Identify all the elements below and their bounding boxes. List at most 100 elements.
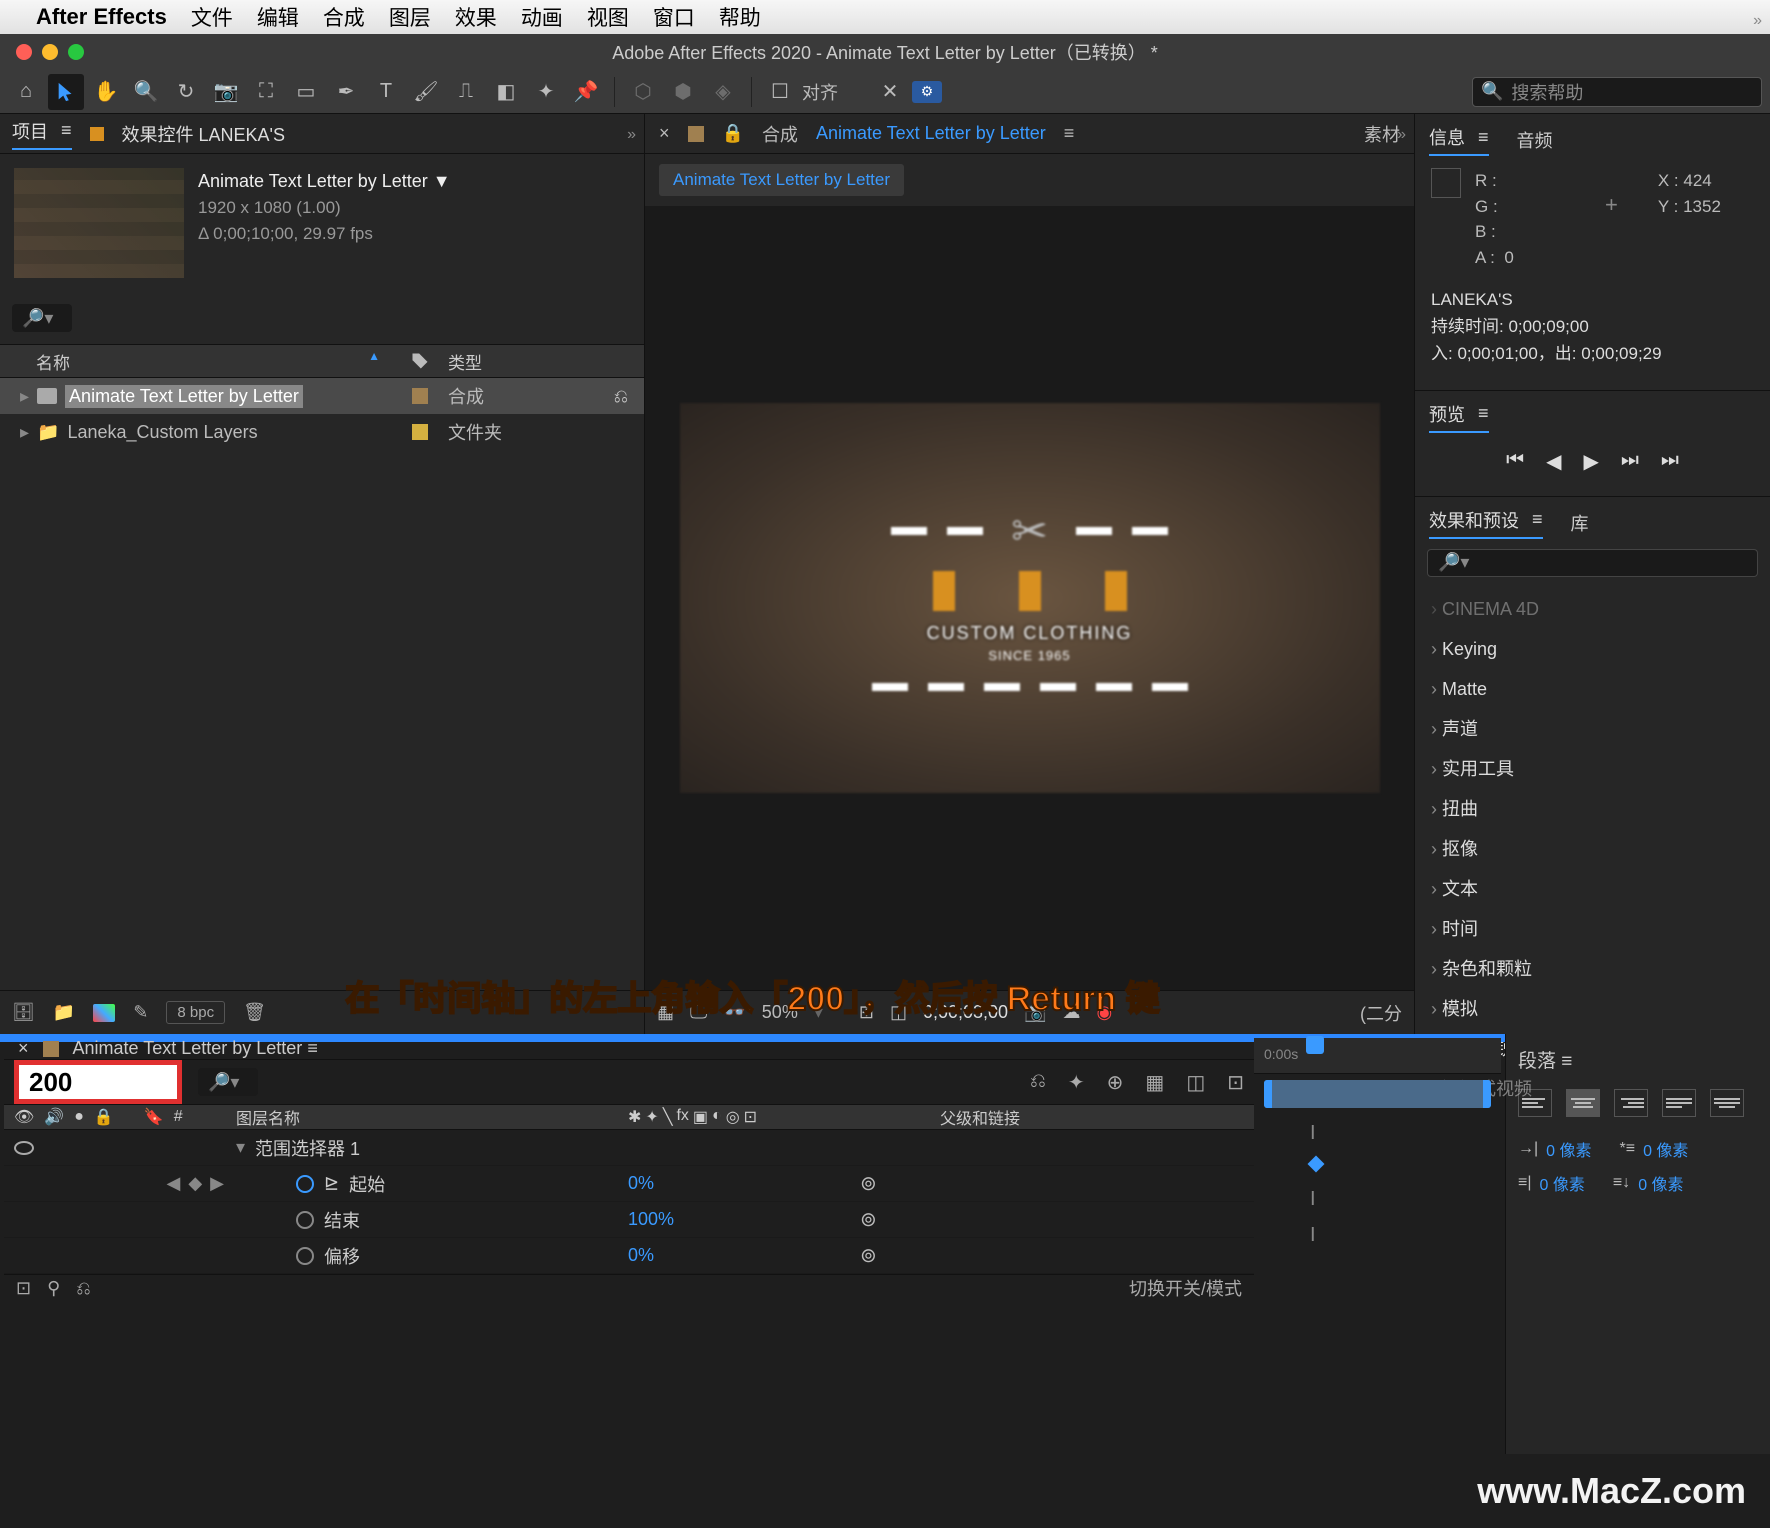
preset-category[interactable]: 时间 bbox=[1415, 909, 1770, 949]
prop-value[interactable]: 0% bbox=[628, 1245, 848, 1266]
menu-file[interactable]: 文件 bbox=[191, 2, 233, 32]
preset-category[interactable]: 实用工具 bbox=[1415, 749, 1770, 789]
menu-layer[interactable]: 图层 bbox=[389, 2, 431, 32]
library-tab[interactable]: 库 bbox=[1571, 510, 1589, 536]
project-item-folder[interactable]: ▸📁Laneka_Custom Layers 文件夹 bbox=[0, 414, 644, 450]
panel-chevron-icon[interactable]: » bbox=[1397, 126, 1406, 144]
pickwhip-icon[interactable]: ⊚ bbox=[860, 1207, 920, 1232]
timeline-prop-offset[interactable]: 偏移 0% ⊚ bbox=[4, 1238, 1254, 1274]
brainstorm-icon[interactable]: ⊡ bbox=[1227, 1070, 1244, 1095]
comp-name-label[interactable]: Animate Text Letter by Letter ▼ bbox=[198, 168, 451, 195]
lock-icon[interactable]: 🔒 bbox=[722, 123, 744, 144]
video-col-icon[interactable]: 👁 bbox=[14, 1107, 34, 1127]
info-tab[interactable]: 信息 ≡ bbox=[1429, 124, 1489, 156]
preset-category[interactable]: 声道 bbox=[1415, 709, 1770, 749]
flowchart-icon[interactable]: ⎌ bbox=[614, 386, 628, 407]
close-window-button[interactable] bbox=[16, 44, 32, 60]
tl-icon[interactable]: ⊡ bbox=[16, 1278, 31, 1299]
prev-frame-button[interactable]: ◀ bbox=[1546, 449, 1561, 474]
default-fill-icon[interactable]: ✕ bbox=[872, 74, 908, 110]
timeline-search-input[interactable]: 🔎▾ bbox=[198, 1068, 258, 1096]
project-tab[interactable]: 项目 ≡ bbox=[12, 118, 72, 150]
eye-icon[interactable] bbox=[14, 1141, 34, 1155]
current-time-input[interactable] bbox=[14, 1060, 182, 1104]
timeline-tab[interactable]: Animate Text Letter by Letter ≡ bbox=[73, 1038, 318, 1059]
close-tab-icon[interactable]: × bbox=[659, 123, 670, 144]
frame-blend-icon[interactable]: ✦ bbox=[1068, 1070, 1085, 1095]
keyframe-icon[interactable] bbox=[1308, 1156, 1325, 1173]
eraser-tool[interactable]: ◧ bbox=[488, 74, 524, 110]
col-type-header[interactable]: 类型 bbox=[440, 349, 644, 374]
pickwhip-icon[interactable]: ⊚ bbox=[860, 1243, 920, 1268]
preset-search-input[interactable]: 🔎▾ bbox=[1427, 549, 1758, 577]
new-folder-icon[interactable]: 📁 bbox=[53, 1002, 75, 1023]
timeline-prop-end[interactable]: 结束 100% ⊚ bbox=[4, 1202, 1254, 1238]
comp-tab-label[interactable]: 合成 bbox=[762, 121, 798, 147]
lock-col-icon[interactable]: 🔒 bbox=[94, 1107, 114, 1127]
graph-icon[interactable]: ⊵ bbox=[324, 1173, 339, 1194]
play-button[interactable]: ▶ bbox=[1584, 449, 1599, 474]
motion-blur-icon[interactable]: ⊕ bbox=[1107, 1070, 1124, 1095]
pen-tool[interactable]: ✒ bbox=[328, 74, 364, 110]
hand-tool[interactable]: ✋ bbox=[88, 74, 124, 110]
selection-tool[interactable] bbox=[48, 74, 84, 110]
footage-tab[interactable]: 素材 bbox=[1364, 121, 1400, 147]
brush-tool[interactable]: 🖌 bbox=[408, 74, 444, 110]
maximize-window-button[interactable] bbox=[68, 44, 84, 60]
camera-tool[interactable]: 📷 bbox=[208, 74, 244, 110]
audio-col-icon[interactable]: 🔊 bbox=[44, 1107, 64, 1127]
pan-behind-tool[interactable]: ⛶ bbox=[248, 74, 284, 110]
preset-category[interactable]: 扭曲 bbox=[1415, 789, 1770, 829]
shy-icon[interactable]: ⎌ bbox=[1030, 1070, 1046, 1095]
stopwatch-icon[interactable] bbox=[296, 1211, 314, 1229]
axis-local-icon[interactable]: ⬡ bbox=[625, 74, 661, 110]
preset-category[interactable]: 抠像 bbox=[1415, 829, 1770, 869]
next-frame-button[interactable]: ⏭ bbox=[1621, 449, 1639, 474]
tl-icon[interactable]: ⚲ bbox=[47, 1278, 60, 1299]
audio-tab[interactable]: 音频 bbox=[1517, 127, 1553, 153]
preset-category[interactable]: 模拟 bbox=[1415, 989, 1770, 1029]
roto-tool[interactable]: ✦ bbox=[528, 74, 564, 110]
col-name-header[interactable]: 名称 bbox=[0, 349, 400, 374]
home-button[interactable]: ⌂ bbox=[8, 74, 44, 110]
menu-composition[interactable]: 合成 bbox=[323, 2, 365, 32]
clone-tool[interactable]: ⎍ bbox=[448, 74, 484, 110]
comp-tab-name[interactable]: Animate Text Letter by Letter bbox=[816, 123, 1046, 144]
toggle-switches[interactable]: 切换开关/模式 bbox=[1129, 1275, 1242, 1301]
snap-checkbox[interactable]: ☐ bbox=[762, 74, 798, 110]
axis-view-icon[interactable]: ◈ bbox=[705, 74, 741, 110]
tag-icon[interactable] bbox=[412, 388, 428, 404]
workspace-icon[interactable]: ⚙ bbox=[912, 81, 942, 103]
project-item-comp[interactable]: ▸Animate Text Letter by Letter 合成 ⎌ bbox=[0, 378, 644, 414]
bpc-button[interactable]: 8 bpc bbox=[166, 1001, 225, 1024]
orbit-tool[interactable]: ↻ bbox=[168, 74, 204, 110]
solo-col-icon[interactable]: ● bbox=[74, 1108, 84, 1126]
effect-controls-tab[interactable]: 效果控件 LANEKA'S bbox=[122, 121, 285, 147]
new-comp-icon[interactable] bbox=[93, 1004, 115, 1022]
menu-view[interactable]: 视图 bbox=[587, 2, 629, 32]
help-search-input[interactable]: 🔍 搜索帮助 bbox=[1472, 77, 1762, 107]
panel-chevron-icon[interactable]: » bbox=[627, 126, 636, 144]
pickwhip-icon[interactable]: ⊚ bbox=[860, 1171, 920, 1196]
puppet-tool[interactable]: 📌 bbox=[568, 74, 604, 110]
rectangle-tool[interactable]: ▭ bbox=[288, 74, 324, 110]
menu-help[interactable]: 帮助 bbox=[719, 2, 761, 32]
last-frame-button[interactable]: ⏭ bbox=[1661, 449, 1679, 474]
stopwatch-icon[interactable] bbox=[296, 1247, 314, 1265]
zoom-tool[interactable]: 🔍 bbox=[128, 74, 164, 110]
tag-icon[interactable] bbox=[412, 424, 428, 440]
preview-tab[interactable]: 预览 ≡ bbox=[1429, 401, 1489, 433]
close-timeline-tab[interactable]: × bbox=[18, 1038, 29, 1059]
menu-window[interactable]: 窗口 bbox=[653, 2, 695, 32]
prop-value[interactable]: 0% bbox=[628, 1173, 848, 1194]
minimize-window-button[interactable] bbox=[42, 44, 58, 60]
preset-category[interactable]: CINEMA 4D bbox=[1415, 589, 1770, 629]
quality-dropdown[interactable]: (二分 bbox=[1360, 1000, 1402, 1026]
prop-value[interactable]: 100% bbox=[628, 1209, 848, 1230]
col-tag-header[interactable] bbox=[400, 351, 440, 371]
app-name[interactable]: After Effects bbox=[36, 4, 167, 30]
tl-icon[interactable]: ⎌ bbox=[76, 1278, 90, 1299]
parent-header[interactable]: 父级和链接 bbox=[920, 1105, 1244, 1129]
work-area-bar[interactable] bbox=[1264, 1080, 1491, 1108]
preset-category[interactable]: 杂色和颗粒 bbox=[1415, 949, 1770, 989]
